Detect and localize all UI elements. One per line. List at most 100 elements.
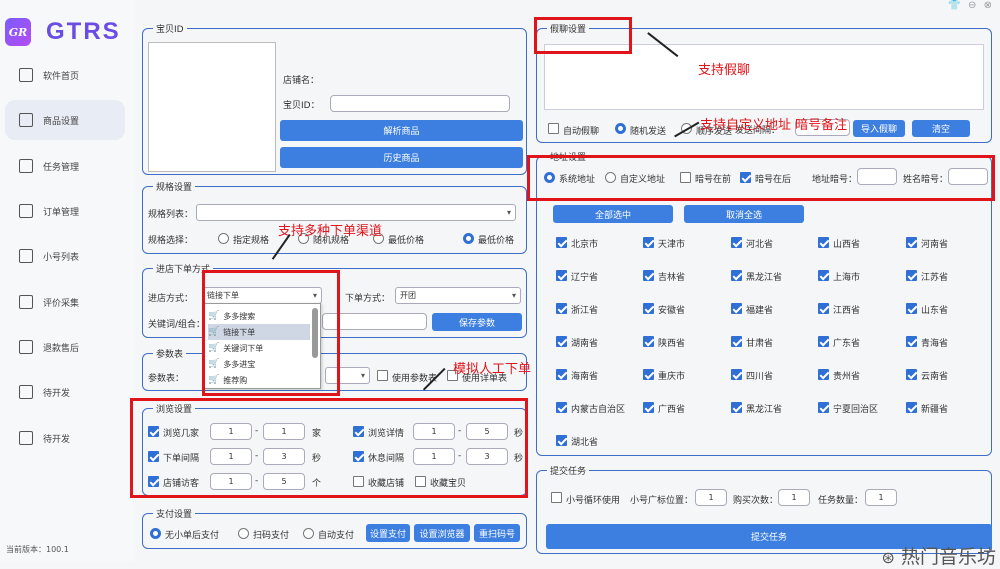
use-params-checkbox[interactable] — [377, 370, 388, 381]
order-mode-select[interactable]: 开团 — [395, 287, 521, 304]
pay-option-label: 自动支付 — [318, 531, 355, 541]
province-checkbox[interactable] — [818, 402, 829, 413]
clear-chat-button[interactable]: 清空 — [912, 120, 970, 137]
params-legend: 参数表 — [156, 350, 184, 360]
times-input[interactable]: 1 — [778, 489, 810, 506]
province-checkbox[interactable] — [731, 369, 742, 380]
nav-item[interactable]: 任务管理 — [5, 146, 125, 186]
province-checkbox[interactable] — [906, 270, 917, 281]
product-image — [148, 42, 276, 172]
nav-item[interactable]: 小号列表 — [5, 236, 125, 276]
nav-item[interactable]: 待开发 — [5, 372, 125, 412]
province-checkbox[interactable] — [643, 402, 654, 413]
keyword-label: 关键词/组合： — [148, 320, 206, 330]
goods-legend: 宝贝ID — [156, 25, 184, 35]
province-label: 海南省 — [571, 372, 599, 382]
dev-icon — [19, 431, 33, 445]
province-checkbox[interactable] — [818, 303, 829, 314]
nav-item[interactable]: 订单管理 — [5, 191, 125, 231]
nav-item[interactable]: 待开发 — [5, 418, 125, 458]
chat-option-control[interactable] — [548, 123, 559, 134]
province-checkbox[interactable] — [906, 237, 917, 248]
version-label: 当前版本：100.1 — [6, 545, 69, 554]
count-input[interactable]: 1 — [865, 489, 897, 506]
spec-list-select[interactable] — [196, 204, 516, 221]
province-checkbox[interactable] — [643, 336, 654, 347]
nav-item-label: 退款售后 — [43, 343, 80, 354]
goods-icon — [19, 113, 33, 127]
province-checkbox[interactable] — [556, 237, 567, 248]
province-label: 青海省 — [921, 339, 949, 349]
history-goods-button[interactable]: 历史商品 — [280, 147, 523, 168]
pay-legend: 支付设置 — [156, 510, 193, 520]
order-icon — [19, 204, 33, 218]
select-all-button[interactable]: 全部选中 — [553, 205, 673, 223]
nav-item[interactable]: 退款售后 — [5, 327, 125, 367]
province-checkbox[interactable] — [731, 303, 742, 314]
nav-item[interactable]: 评价采集 — [5, 282, 125, 322]
import-chat-button[interactable]: 导入假聊 — [853, 120, 905, 137]
nav-item[interactable]: 商品设置 — [5, 100, 125, 140]
spec-option-label: 最低价格 — [478, 236, 515, 246]
province-checkbox[interactable] — [731, 336, 742, 347]
province-label: 河北省 — [746, 240, 774, 250]
pay-radio[interactable] — [238, 528, 249, 539]
province-checkbox[interactable] — [556, 369, 567, 380]
parse-goods-button[interactable]: 解析商品 — [280, 120, 523, 141]
province-label: 云南省 — [921, 372, 949, 382]
province-checkbox[interactable] — [643, 303, 654, 314]
province-checkbox[interactable] — [818, 336, 829, 347]
id-input[interactable] — [330, 95, 510, 112]
province-checkbox[interactable] — [906, 336, 917, 347]
province-checkbox[interactable] — [643, 369, 654, 380]
province-checkbox[interactable] — [643, 270, 654, 281]
province-label: 广东省 — [833, 339, 861, 349]
window-controls[interactable]: 👕 ⊖ ⊗ — [948, 0, 994, 11]
province-checkbox[interactable] — [556, 435, 567, 446]
province-checkbox[interactable] — [906, 303, 917, 314]
province-label: 广西省 — [658, 405, 686, 415]
spec-radio[interactable] — [218, 233, 229, 244]
province-checkbox[interactable] — [643, 237, 654, 248]
save-params-button[interactable]: 保存参数 — [432, 313, 522, 331]
pay-option-label: 扫码支付 — [253, 531, 290, 541]
province-checkbox[interactable] — [818, 369, 829, 380]
province-label: 甘肃省 — [746, 339, 774, 349]
loop-checkbox[interactable] — [551, 492, 562, 503]
province-label: 辽宁省 — [571, 273, 599, 283]
province-checkbox[interactable] — [906, 402, 917, 413]
home-icon — [19, 68, 33, 82]
province-label: 黑龙江省 — [746, 273, 783, 283]
tag-input[interactable]: 1 — [695, 489, 727, 506]
dev-icon — [19, 385, 33, 399]
province-checkbox[interactable] — [556, 402, 567, 413]
province-checkbox[interactable] — [731, 402, 742, 413]
chat-option-control[interactable] — [615, 123, 626, 134]
id-label: 宝贝ID： — [283, 101, 320, 111]
province-checkbox[interactable] — [556, 303, 567, 314]
channels-highlight-box — [202, 270, 340, 396]
pay-button[interactable]: 重扫码号 — [474, 524, 520, 542]
province-label: 山东省 — [921, 306, 949, 316]
province-label: 安徽省 — [658, 306, 686, 316]
province-label: 宁夏回治区 — [833, 405, 879, 415]
pay-radio[interactable] — [303, 528, 314, 539]
spec-radio[interactable] — [463, 233, 474, 244]
enter-mode-label: 进店方式： — [148, 294, 194, 304]
province-checkbox[interactable] — [818, 270, 829, 281]
province-checkbox[interactable] — [556, 336, 567, 347]
province-checkbox[interactable] — [818, 237, 829, 248]
province-checkbox[interactable] — [556, 270, 567, 281]
pay-button[interactable]: 设置支付 — [366, 524, 410, 542]
addr-annotation: 支持自定义地址 暗号备注 — [700, 118, 848, 133]
pay-radio[interactable] — [150, 528, 161, 539]
province-checkbox[interactable] — [906, 369, 917, 380]
clear-all-button[interactable]: 取消全选 — [684, 205, 804, 223]
pay-button[interactable]: 设置浏览器 — [414, 524, 470, 542]
nav-item-label: 待开发 — [43, 434, 71, 445]
province-checkbox[interactable] — [731, 270, 742, 281]
nav-item-label: 小号列表 — [43, 252, 80, 263]
nav-item[interactable]: 软件首页 — [5, 55, 125, 95]
province-label: 湖南省 — [571, 339, 599, 349]
province-checkbox[interactable] — [731, 237, 742, 248]
